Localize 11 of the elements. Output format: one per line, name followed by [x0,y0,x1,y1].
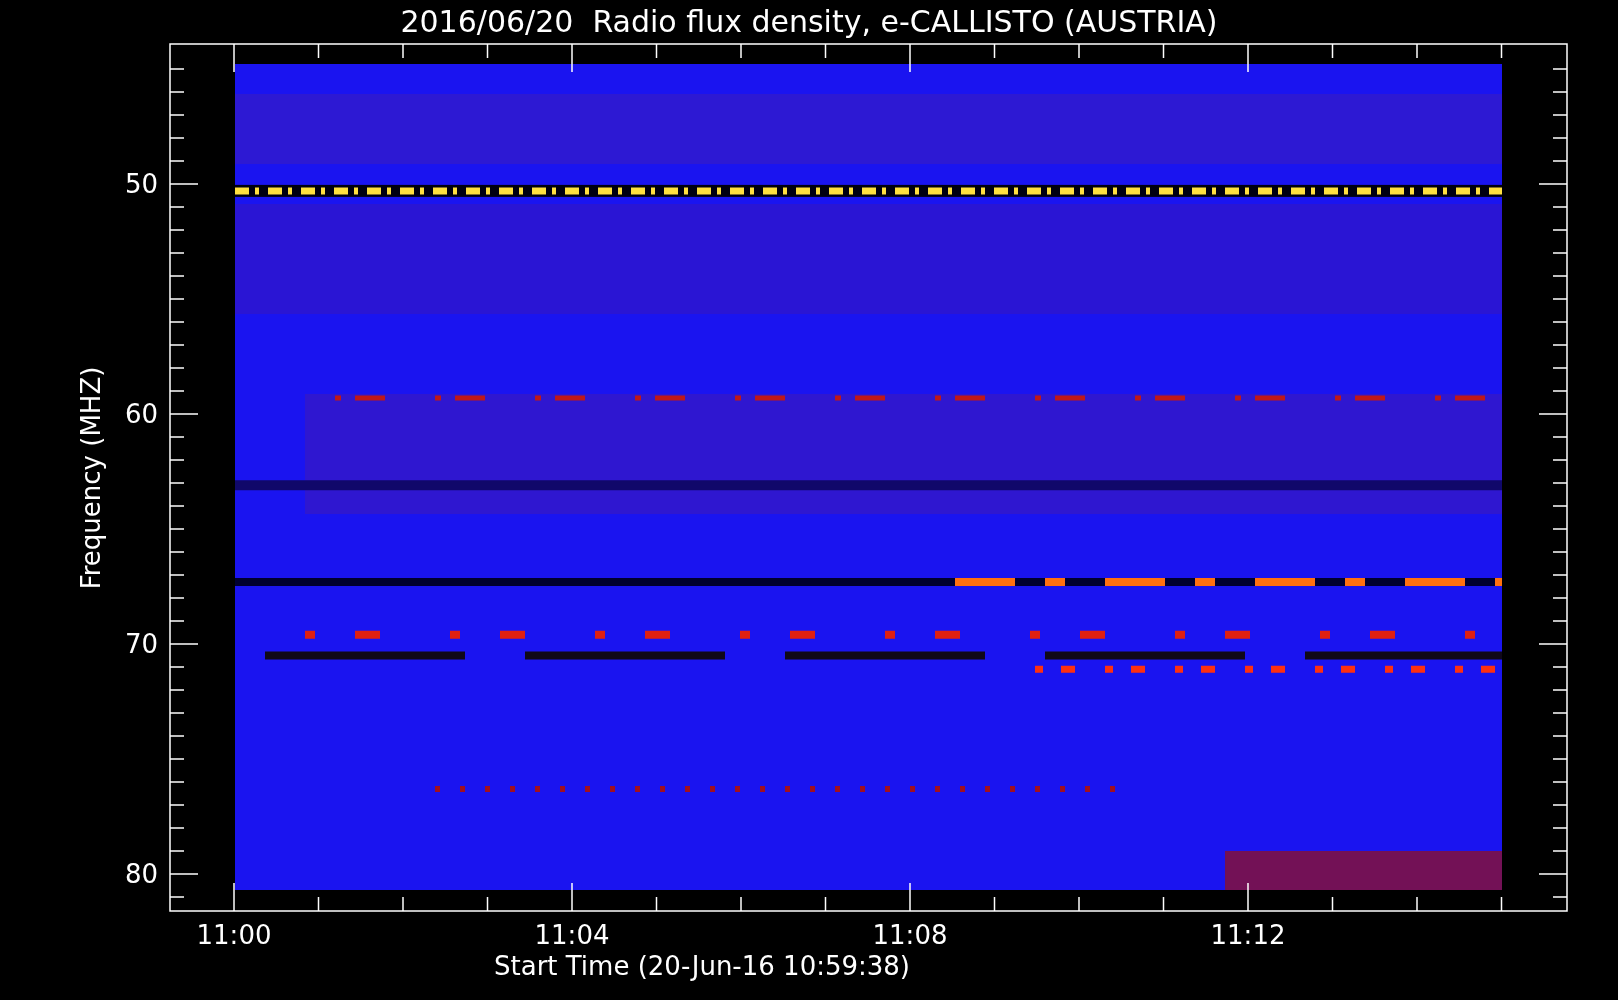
x-axis-label: Start Time (20-Jun-16 10:59:38) [494,951,910,981]
y-tick-label: 50 [124,169,158,199]
y-axis-label: Frequency (MHZ) [76,366,106,590]
x-tick-label: 11:00 [196,920,272,950]
y-tick-label: 80 [124,859,158,889]
x-tick-label: 11:08 [872,920,948,950]
x-tick-label: 11:12 [1210,920,1286,950]
x-tick-label: 11:04 [534,920,610,950]
plot-title: 2016/06/20 Radio flux density, e-CALLISTO (AUSTRIA) [400,4,1218,39]
y-tick-label: 60 [124,399,158,429]
y-tick-label: 70 [124,629,158,659]
